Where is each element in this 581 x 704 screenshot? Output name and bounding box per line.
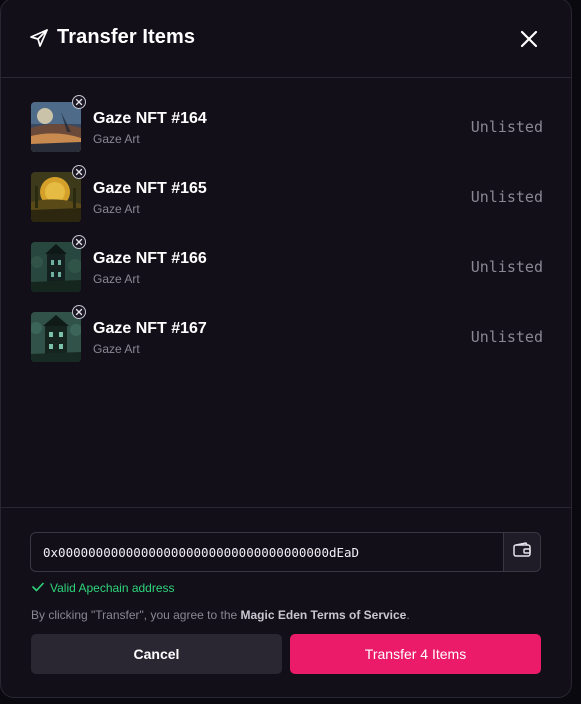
item-name: Gaze NFT #164: [93, 110, 207, 127]
item-status: Unlisted: [470, 188, 543, 206]
close-icon[interactable]: [517, 27, 541, 51]
modal-header: Transfer Items: [1, 0, 571, 78]
wallet-button[interactable]: [503, 533, 540, 571]
wallet-icon: [512, 541, 532, 563]
remove-icon[interactable]: [72, 235, 86, 249]
validation-text: Valid Apechain address: [50, 581, 175, 595]
modal-title: Transfer Items: [57, 26, 196, 48]
transfer-modal: Transfer Items Gaze NFT #164 Gaze Art Un…: [0, 0, 572, 698]
item-name: Gaze NFT #165: [93, 180, 207, 197]
check-icon: [32, 581, 44, 595]
item-name: Gaze NFT #166: [93, 250, 207, 267]
item-status: Unlisted: [470, 328, 543, 346]
item-collection: Gaze Art: [93, 272, 140, 286]
validation-message: Valid Apechain address: [32, 581, 175, 595]
address-input[interactable]: [31, 533, 503, 571]
item-collection: Gaze Art: [93, 202, 140, 216]
item-status: Unlisted: [470, 118, 543, 136]
transfer-button[interactable]: Transfer 4 Items: [290, 634, 541, 674]
item-name: Gaze NFT #167: [93, 320, 207, 337]
terms-prefix: By clicking "Transfer", you agree to the: [31, 608, 241, 622]
send-icon: [29, 28, 49, 48]
remove-icon[interactable]: [72, 165, 86, 179]
nft-thumbnail: [31, 242, 81, 292]
list-item: Gaze NFT #165 Gaze Art Unlisted: [31, 165, 543, 224]
modal-footer: Valid Apechain address By clicking "Tran…: [1, 507, 571, 697]
item-collection: Gaze Art: [93, 342, 140, 356]
cancel-button[interactable]: Cancel: [31, 634, 282, 674]
nft-thumbnail: [31, 102, 81, 152]
list-item: Gaze NFT #167 Gaze Art Unlisted: [31, 305, 543, 364]
remove-icon[interactable]: [72, 305, 86, 319]
nft-thumbnail: [31, 312, 81, 362]
nft-thumbnail: [31, 172, 81, 222]
item-status: Unlisted: [470, 258, 543, 276]
list-item: Gaze NFT #164 Gaze Art Unlisted: [31, 95, 543, 154]
terms-suffix: .: [406, 608, 410, 622]
item-collection: Gaze Art: [93, 132, 140, 146]
address-field: [30, 532, 541, 572]
terms-link[interactable]: Magic Eden Terms of Service: [241, 608, 407, 622]
remove-icon[interactable]: [72, 95, 86, 109]
terms-notice: By clicking "Transfer", you agree to the…: [31, 608, 410, 622]
list-item: Gaze NFT #166 Gaze Art Unlisted: [31, 235, 543, 294]
